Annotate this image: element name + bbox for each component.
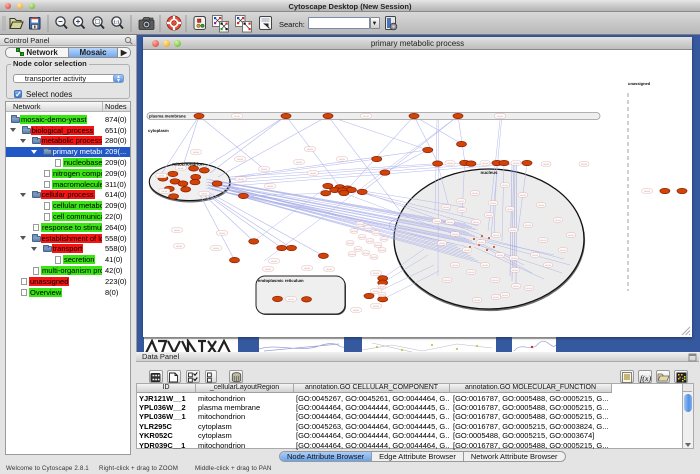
svg-text:xx-xx: xx-xx [371,256,377,259]
svg-text:xx-xx: xx-xx [379,286,385,289]
svg-text:xx-xx: xx-xx [307,148,313,151]
svg-text:xx-xx: xx-xx [493,296,499,299]
svg-text:xx-xx: xx-xx [525,224,531,227]
svg-text:xx-xx: xx-xx [365,227,371,230]
svg-text:xx-xx: xx-xx [478,241,484,244]
svg-text:xx-xx: xx-xx [502,184,508,187]
svg-text:xx-xx: xx-xx [532,254,538,257]
svg-text:xx-xx: xx-xx [482,264,488,267]
svg-text:xx-xx: xx-xx [367,240,373,243]
svg-text:xx-xx: xx-xx [162,190,168,193]
svg-text:xx-xx: xx-xx [363,115,369,118]
svg-text:xx-xx: xx-xx [444,279,450,282]
svg-text:xx-xx: xx-xx [159,175,165,178]
svg-text:xx-xx: xx-xx [234,115,240,118]
svg-text:xx-xx: xx-xx [447,162,453,165]
svg-text:plasma membrane: plasma membrane [149,114,186,119]
svg-text:xx-xx: xx-xx [486,214,492,217]
svg-text:endoplasmic reticulum: endoplasmic reticulum [258,278,304,283]
svg-text:xx-xx: xx-xx [493,234,499,237]
svg-text:xx-xx: xx-xx [497,115,503,118]
svg-text:xx-xx: xx-xx [459,209,465,212]
svg-text:xx-xx: xx-xx [458,200,464,203]
svg-text:xx-xx: xx-xx [452,264,458,267]
svg-text:xx-xx: xx-xx [447,221,453,224]
svg-text:xx-xx: xx-xx [373,272,379,275]
svg-text:xx-xx: xx-xx [540,239,546,242]
svg-text:xx-xx: xx-xx [520,194,526,197]
svg-text:xx-xx: xx-xx [510,229,516,232]
svg-text:xx-xx: xx-xx [353,309,359,312]
svg-text:xx-xx: xx-xx [193,151,199,154]
svg-text:cytoplasm: cytoplasm [148,128,169,133]
svg-text:xx-xx: xx-xx [357,223,363,226]
svg-text:xx-xx: xx-xx [492,279,498,282]
svg-text:xx-xx: xx-xx [375,244,381,247]
svg-text:xx-xx: xx-xx [379,294,385,297]
svg-text:xx-xx: xx-xx [474,299,480,302]
svg-text:unassigned: unassigned [628,81,651,86]
svg-text:xx-xx: xx-xx [434,220,440,223]
svg-text:xx-xx: xx-xx [304,267,310,270]
svg-text:xx-xx: xx-xx [512,269,518,272]
svg-text:xx-xx: xx-xx [176,245,182,248]
svg-text:xx-xx: xx-xx [581,163,587,166]
svg-text:xx-xx: xx-xx [265,268,271,271]
svg-text:xx-xx: xx-xx [502,294,508,297]
svg-text:xx-xx: xx-xx [296,161,302,164]
svg-text:f(x): f(x) [640,374,651,383]
svg-text:xx-xx: xx-xx [238,178,244,181]
svg-text:xx-xx: xx-xx [379,249,385,252]
svg-text:xx-xx: xx-xx [347,242,353,245]
svg-text:xx-xx: xx-xx [373,232,379,235]
svg-text:nucleus: nucleus [480,170,498,175]
svg-text:xx-xx: xx-xx [310,172,316,175]
svg-text:xx-xx: xx-xx [359,236,365,239]
svg-text:1:1: 1:1 [113,19,120,24]
svg-text:xx-xx: xx-xx [513,285,519,288]
svg-text:xx-xx: xx-xx [261,168,267,171]
svg-text:xx-xx: xx-xx [560,249,566,252]
svg-text:xx-xx: xx-xx [326,268,332,271]
svg-text:xx-xx: xx-xx [526,287,532,290]
svg-text:xx-xx: xx-xx [568,234,574,237]
svg-text:xx-xx: xx-xx [288,298,294,301]
svg-text:xx-xx: xx-xx [490,202,496,205]
svg-text:xx-xx: xx-xx [468,271,474,274]
svg-text:xx-xx: xx-xx [213,247,219,250]
svg-text:xx-xx: xx-xx [339,158,345,161]
svg-text:xx-xx: xx-xx [351,230,357,233]
svg-text:xx-xx: xx-xx [271,260,277,263]
svg-text:xx-xx: xx-xx [472,192,478,195]
svg-text:xx-xx: xx-xx [482,162,488,165]
svg-text:xx-xx: xx-xx [513,162,519,165]
svg-text:xx-xx: xx-xx [497,254,503,257]
svg-text:xx-xx: xx-xx [381,238,387,241]
svg-text:xx-xx: xx-xx [644,190,650,193]
svg-text:xx-xx: xx-xx [373,305,379,308]
svg-text:xx-xx: xx-xx [511,257,517,260]
svg-text:xx-xx: xx-xx [202,193,208,196]
svg-text:xx-xx: xx-xx [507,208,513,211]
svg-text:mitochondrion: mitochondrion [172,162,204,167]
svg-text:xx-xx: xx-xx [219,232,225,235]
svg-text:xx-xx: xx-xx [267,185,273,188]
svg-text:xx-xx: xx-xx [555,219,561,222]
svg-text:xx-xx: xx-xx [464,249,470,252]
svg-text:xx-xx: xx-xx [538,204,544,207]
svg-text:xx-xx: xx-xx [237,158,243,161]
svg-text:xx-xx: xx-xx [439,242,445,245]
svg-text:xx-xx: xx-xx [355,248,361,251]
svg-text:xx-xx: xx-xx [473,221,479,224]
svg-text:xx-xx: xx-xx [174,229,180,232]
svg-text:xx-xx: xx-xx [178,167,184,170]
svg-text:xx-xx: xx-xx [363,252,369,255]
svg-text:xx-xx: xx-xx [349,253,355,256]
svg-text:xx-xx: xx-xx [443,206,449,209]
svg-text:xx-xx: xx-xx [543,163,549,166]
svg-text:xx-xx: xx-xx [545,264,551,267]
svg-text:xx-xx: xx-xx [452,233,458,236]
